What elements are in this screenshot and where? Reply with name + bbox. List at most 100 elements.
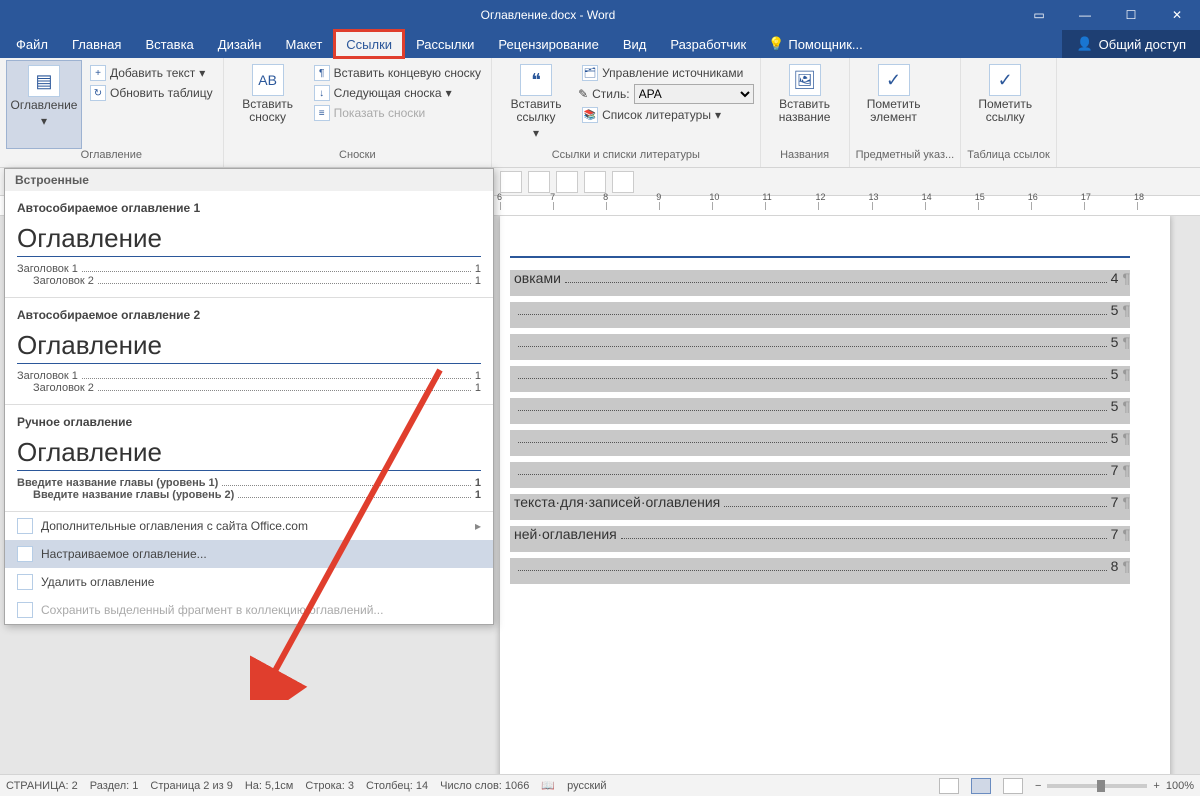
toc-button-label: Оглавление — [11, 99, 78, 112]
share-button[interactable]: 👤 Общий доступ — [1062, 30, 1200, 58]
tab-design[interactable]: Дизайн — [206, 30, 274, 58]
close-icon[interactable]: ✕ — [1154, 0, 1200, 30]
toc-entry[interactable]: 5¶ — [510, 366, 1130, 392]
footnote-icon: AB — [252, 64, 284, 96]
group-citations: ❝ Вставить ссылку ▾ 🗂Управление источник… — [492, 58, 761, 167]
mark-index-entry-label: Пометить элемент — [856, 98, 932, 124]
status-page[interactable]: СТРАНИЦА: 2 — [6, 780, 78, 792]
web-layout-button[interactable] — [1003, 778, 1023, 794]
status-page-of[interactable]: Страница 2 из 9 — [150, 780, 232, 792]
ribbon: ▤ Оглавление ▾ +Добавить текст ▾ ↻ Обнови… — [0, 58, 1200, 168]
group-captions-label: Названия — [767, 149, 843, 167]
gallery-toc-item[interactable]: Ручное оглавление Оглавление Введите наз… — [5, 405, 493, 501]
tab-references[interactable]: Ссылки — [334, 30, 404, 58]
style-label: Стиль: — [592, 87, 629, 101]
tab-file[interactable]: Файл — [4, 30, 60, 58]
qat-btn-1[interactable] — [500, 171, 522, 193]
bibliography-label: Список литературы — [602, 108, 711, 122]
toc-button[interactable]: ▤ Оглавление ▾ — [6, 60, 82, 149]
insert-caption-button[interactable]: 🖼 Вставить название — [767, 60, 843, 149]
toc-entry[interactable]: 5¶ — [510, 398, 1130, 424]
qat-btn-4[interactable] — [584, 171, 606, 193]
group-toc: ▤ Оглавление ▾ +Добавить текст ▾ ↻ Обнови… — [0, 58, 224, 167]
ribbon-options-icon[interactable]: ▭ — [1016, 0, 1062, 30]
insert-citation-button[interactable]: ❝ Вставить ссылку ▾ — [498, 60, 574, 149]
group-index-label: Предметный указ... — [856, 149, 955, 167]
tab-home[interactable]: Главная — [60, 30, 133, 58]
style-icon: ✎ — [578, 87, 588, 101]
style-select[interactable]: APA — [634, 84, 754, 104]
status-line[interactable]: Строка: 3 — [305, 780, 354, 792]
toc-entry[interactable]: 5¶ — [510, 302, 1130, 328]
toc-entry[interactable]: 8¶ — [510, 558, 1130, 584]
show-notes-button[interactable]: ≡Показать сноски — [310, 104, 485, 122]
update-table-button[interactable]: ↻ Обновить таблицу — [86, 84, 217, 102]
tab-view[interactable]: Вид — [611, 30, 659, 58]
insert-footnote-button[interactable]: AB Вставить сноску — [230, 60, 306, 149]
read-mode-button[interactable] — [939, 778, 959, 794]
more-toc-office-com[interactable]: Дополнительные оглавления с сайта Office… — [5, 512, 493, 540]
toc-entry[interactable]: 5¶ — [510, 334, 1130, 360]
save-toc-gallery-action: Сохранить выделенный фрагмент в коллекци… — [5, 596, 493, 624]
tab-developer[interactable]: Разработчик — [658, 30, 758, 58]
insert-endnote-button[interactable]: ¶Вставить концевую сноску — [310, 64, 485, 82]
remove-toc-action[interactable]: Удалить оглавление — [5, 568, 493, 596]
toc-icon: ▤ — [28, 65, 60, 97]
mark-index-entry-button[interactable]: ✓ Пометить элемент — [856, 60, 932, 149]
status-language[interactable]: русский — [567, 780, 606, 792]
show-notes-icon: ≡ — [314, 105, 330, 121]
minimize-icon[interactable]: — — [1062, 0, 1108, 30]
caption-icon: 🖼 — [789, 64, 821, 96]
zoom-in-icon[interactable]: + — [1153, 780, 1159, 792]
toc-entry[interactable]: ней·оглавления7¶ — [510, 526, 1130, 552]
manage-sources-button[interactable]: 🗂Управление источниками — [578, 64, 754, 82]
qat-btn-3[interactable] — [556, 171, 578, 193]
update-icon: ↻ — [90, 85, 106, 101]
toc-entry[interactable]: 5¶ — [510, 430, 1130, 456]
tell-me[interactable]: 💡 Помощник... — [758, 30, 873, 58]
toc-entry[interactable]: текста·для·записей·оглавления7¶ — [510, 494, 1130, 520]
remove-toc-label: Удалить оглавление — [41, 575, 154, 589]
maximize-icon[interactable]: ☐ — [1108, 0, 1154, 30]
chevron-down-icon: ▾ — [41, 114, 47, 128]
update-table-label: Обновить таблицу — [110, 86, 213, 100]
gallery-toc-item[interactable]: Автособираемое оглавление 1 Оглавление З… — [5, 191, 493, 287]
proofing-icon[interactable]: 📖 — [541, 779, 555, 792]
tab-layout[interactable]: Макет — [273, 30, 334, 58]
document-page[interactable]: овками4¶ 5¶ 5¶ 5¶ 5¶ 5¶ 7¶ текста·для·записей·о… — [500, 216, 1170, 774]
group-captions: 🖼 Вставить название Названия — [761, 58, 850, 167]
custom-toc-action[interactable]: Настраиваемое оглавление... — [5, 540, 493, 568]
manage-sources-label: Управление источниками — [602, 66, 743, 80]
print-layout-button[interactable] — [971, 778, 991, 794]
add-text-button[interactable]: +Добавить текст ▾ — [86, 64, 217, 82]
save-gallery-icon — [17, 602, 33, 618]
zoom-out-icon[interactable]: − — [1035, 780, 1041, 792]
gallery-toc-item[interactable]: Автособираемое оглавление 2 Оглавление З… — [5, 298, 493, 394]
status-at[interactable]: На: 5,1см — [245, 780, 294, 792]
tab-review[interactable]: Рецензирование — [486, 30, 610, 58]
next-footnote-button[interactable]: ↓Следующая сноска ▾ — [310, 84, 485, 102]
status-section[interactable]: Раздел: 1 — [90, 780, 139, 792]
remove-toc-icon — [17, 574, 33, 590]
status-column[interactable]: Столбец: 14 — [366, 780, 428, 792]
zoom-level[interactable]: 100% — [1166, 780, 1194, 792]
mark-citation-button[interactable]: ✓ Пометить ссылку — [967, 60, 1043, 149]
custom-toc-label: Настраиваемое оглавление... — [41, 547, 207, 561]
toc-entry[interactable]: овками4¶ — [510, 270, 1130, 296]
toc-entry[interactable]: 7¶ — [510, 462, 1130, 488]
tab-insert[interactable]: Вставка — [133, 30, 205, 58]
add-text-label: Добавить текст — [110, 66, 195, 80]
next-footnote-label: Следующая сноска — [334, 86, 442, 100]
ribbon-tabs: Файл Главная Вставка Дизайн Макет Ссылки… — [0, 30, 1200, 58]
qat-btn-5[interactable] — [612, 171, 634, 193]
globe-icon — [17, 518, 33, 534]
zoom-control[interactable]: − + 100% — [1035, 780, 1194, 792]
toc-title-underline — [510, 256, 1130, 258]
group-citations-label: Ссылки и списки литературы — [498, 149, 754, 167]
qat-btn-2[interactable] — [528, 171, 550, 193]
zoom-slider[interactable] — [1047, 784, 1147, 788]
bibliography-button[interactable]: 📚Список литературы ▾ — [578, 106, 754, 124]
status-words[interactable]: Число слов: 1066 — [440, 780, 529, 792]
toc-gallery-dropdown[interactable]: Встроенные Автособираемое оглавление 1 О… — [4, 168, 494, 625]
tab-mailings[interactable]: Рассылки — [404, 30, 486, 58]
